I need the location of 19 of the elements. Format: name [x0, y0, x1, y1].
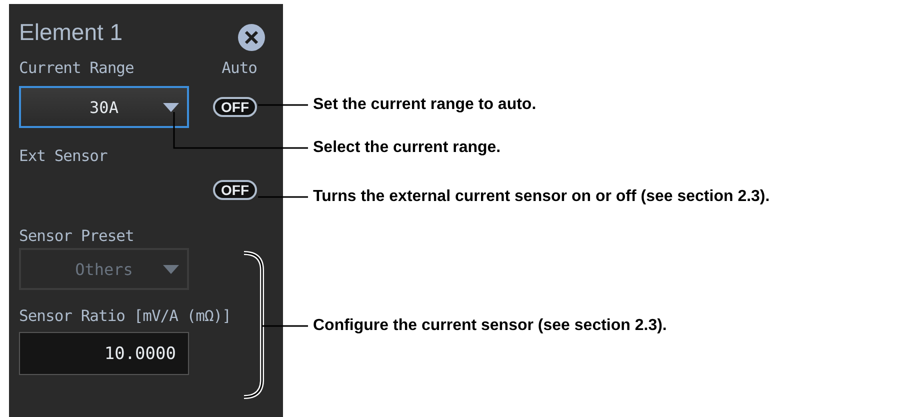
current-range-dropdown[interactable]: 30A [19, 86, 189, 128]
auto-toggle[interactable]: OFF [213, 97, 257, 117]
leader-line [258, 196, 308, 198]
close-icon[interactable] [238, 24, 265, 50]
ext-sensor-toggle[interactable]: OFF [213, 180, 257, 200]
panel-title: Element 1 [19, 18, 123, 46]
field-label: Ext Sensor [19, 146, 108, 167]
callout-text: Configure the current sensor (see section 2.3). [313, 316, 667, 336]
field-label: Current Range [19, 58, 134, 79]
field-label: Sensor Ratio [mV/A (mΩ)] [19, 306, 231, 327]
leader-line [258, 104, 308, 106]
sensor-ratio-field[interactable]: 10.0000 [19, 332, 189, 375]
field-label: Sensor Preset [19, 226, 134, 247]
callout-text: Set the current range to auto. [313, 95, 536, 115]
caret-icon [163, 103, 179, 112]
callout-text: Select the current range. [313, 138, 501, 158]
callout-text: Turns the external current sensor on or off (see section 2.3). [313, 187, 770, 207]
caret-icon [163, 265, 179, 274]
field-label: Auto [222, 58, 257, 79]
